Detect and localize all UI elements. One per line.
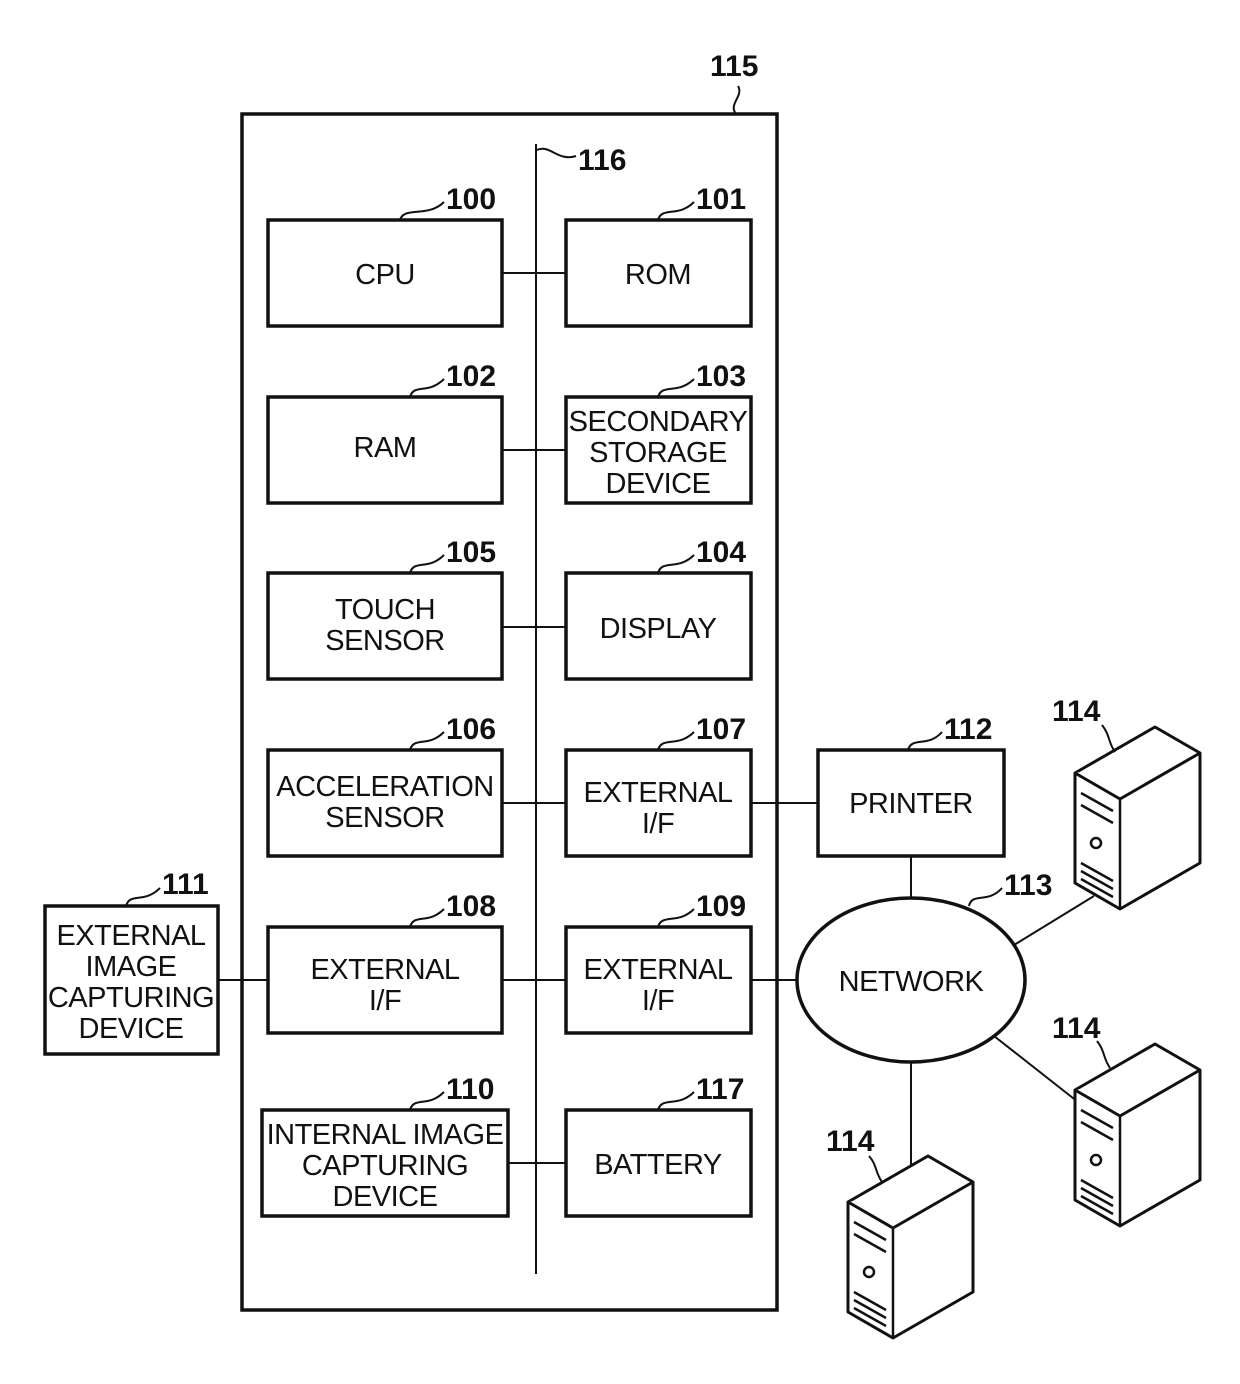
rom-label: ROM — [625, 259, 691, 291]
external-if-107-label-line2: I/F — [642, 808, 674, 840]
leader-114-a — [1101, 724, 1116, 753]
ref-101: 101 — [696, 183, 746, 216]
external-camera-label-line4: DEVICE — [79, 1013, 184, 1045]
ref-108: 108 — [446, 890, 496, 923]
network-cloud: NETWORK 113 — [795, 869, 1052, 1064]
ref-116: 116 — [578, 144, 626, 177]
server-icon — [1073, 1042, 1202, 1228]
ref-114-c: 114 — [826, 1125, 875, 1158]
ref-112: 112 — [944, 713, 992, 746]
ref-113: 113 — [1004, 869, 1052, 902]
ref-100: 100 — [446, 183, 496, 216]
ref-117: 117 — [696, 1073, 744, 1106]
ref-110: 110 — [446, 1073, 494, 1106]
printer-label: PRINTER — [849, 788, 973, 820]
hardware-block-diagram: 115 116 CPU 100 ROM 101 RAM 102 SECONDAR… — [43, 50, 1202, 1340]
leader-113 — [968, 887, 1003, 907]
external-if-109-label-line1: EXTERNAL — [583, 954, 732, 986]
leader-111 — [125, 887, 161, 907]
server-icon — [1073, 725, 1202, 911]
leader-114-c — [868, 1155, 883, 1183]
secondary-storage-label-line2: STORAGE — [589, 437, 727, 469]
external-camera-label-line1: EXTERNAL — [56, 920, 205, 952]
external-camera-label-line2: IMAGE — [86, 951, 177, 983]
ref-114-b: 114 — [1052, 1012, 1101, 1045]
acceleration-sensor-label-line2: SENSOR — [325, 802, 444, 834]
ref-114-a: 114 — [1052, 695, 1101, 728]
ref-103: 103 — [696, 360, 746, 393]
ref-104: 104 — [696, 536, 746, 569]
display-label: DISPLAY — [600, 613, 717, 645]
ref-111: 111 — [162, 868, 209, 901]
external-camera-block: EXTERNAL IMAGE CAPTURING DEVICE 111 — [43, 868, 220, 1056]
ram-label: RAM — [354, 432, 417, 464]
touch-sensor-label-line1: TOUCH — [335, 594, 435, 626]
external-if-108-label-line2: I/F — [369, 985, 401, 1017]
server-icon — [846, 1154, 975, 1340]
acceleration-sensor-label-line1: ACCELERATION — [276, 771, 493, 803]
external-if-109-label-line2: I/F — [642, 985, 674, 1017]
external-camera-label-line3: CAPTURING — [48, 982, 214, 1014]
leader-112 — [907, 731, 943, 751]
internal-camera-label-line3: DEVICE — [333, 1181, 438, 1213]
ref-105: 105 — [446, 536, 496, 569]
ref-106: 106 — [446, 713, 496, 746]
secondary-storage-label-line1: SECONDARY — [569, 406, 748, 438]
ref-115: 115 — [710, 50, 758, 83]
leader-114-b — [1096, 1040, 1111, 1069]
external-if-108-label-line1: EXTERNAL — [310, 954, 459, 986]
printer-block: PRINTER 112 — [816, 713, 1006, 858]
network-label: NETWORK — [839, 966, 985, 998]
secondary-storage-label-line3: DEVICE — [606, 468, 711, 500]
leader-115 — [732, 85, 741, 115]
cpu-label: CPU — [355, 259, 415, 291]
battery-label: BATTERY — [594, 1149, 722, 1181]
internal-camera-label-line1: INTERNAL IMAGE — [267, 1119, 504, 1151]
touch-sensor-label-line2: SENSOR — [325, 625, 444, 657]
ref-109: 109 — [696, 890, 746, 923]
ref-107: 107 — [696, 713, 746, 746]
internal-camera-label-line2: CAPTURING — [302, 1150, 468, 1182]
external-if-107-label-line1: EXTERNAL — [583, 777, 732, 809]
ref-102: 102 — [446, 360, 496, 393]
